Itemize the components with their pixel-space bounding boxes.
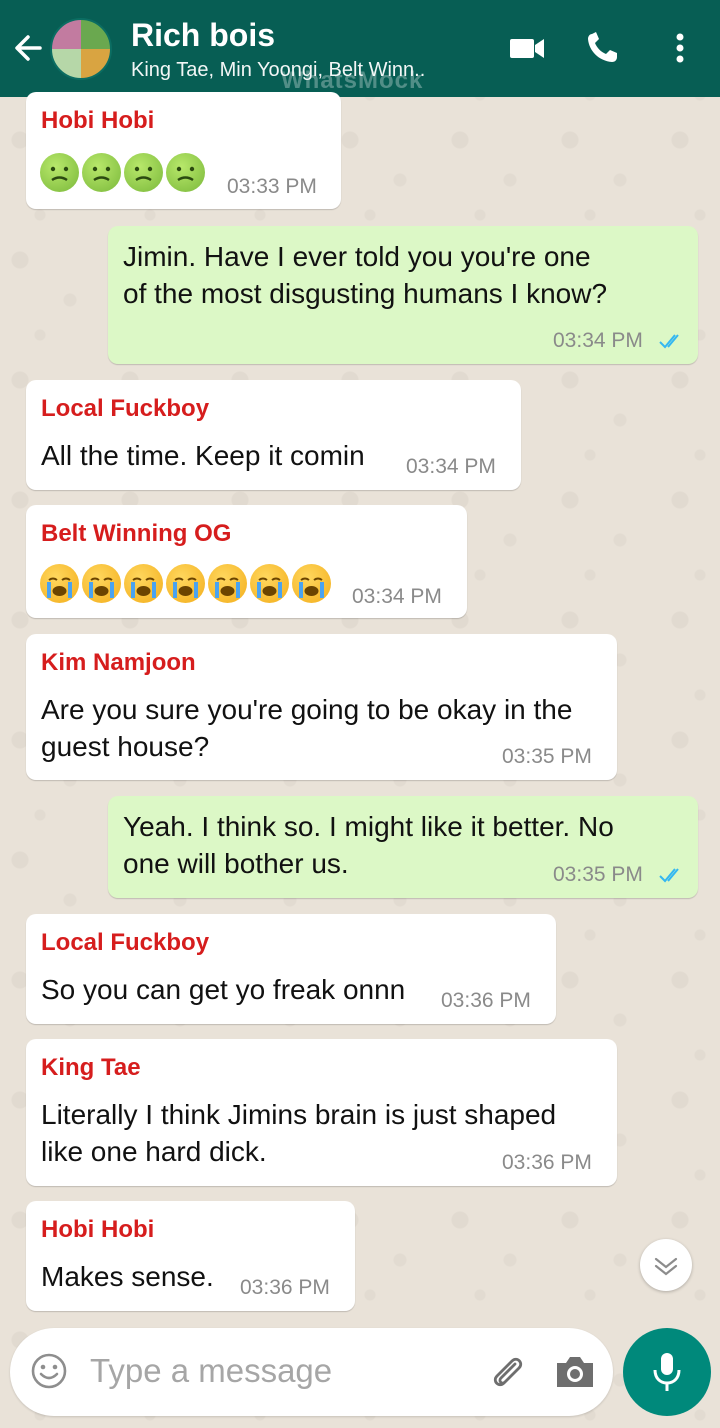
message-text-line: Jimin. Have I ever told you you're one	[123, 241, 591, 272]
message-bubble[interactable]: Kim Namjoon Are you sure you're going to…	[26, 634, 617, 780]
scroll-down-icon	[654, 1257, 678, 1276]
voice-record-button[interactable]	[623, 1328, 711, 1416]
message-time: 03:35 PM	[553, 863, 643, 886]
chat-title[interactable]: Rich bois	[131, 17, 275, 54]
loudly-crying-face-icon	[124, 564, 163, 603]
message-time: 03:35 PM	[502, 745, 592, 768]
chat-header: Rich bois King Tae, Min Yoongi, Belt Win…	[0, 0, 720, 97]
loudly-crying-face-icon	[208, 564, 247, 603]
message-time: 03:36 PM	[502, 1151, 592, 1174]
message-text-line: of the most disgusting humans I know?	[123, 278, 608, 309]
mic-icon	[653, 1353, 681, 1391]
emoji-row	[40, 564, 331, 603]
more-options-icon[interactable]	[670, 30, 690, 66]
sender-name: Local Fuckboy	[41, 929, 210, 956]
back-arrow-icon[interactable]	[10, 28, 46, 68]
voice-call-icon[interactable]	[583, 30, 623, 66]
message-time: 03:34 PM	[553, 329, 643, 352]
loudly-crying-face-icon	[40, 564, 79, 603]
message-text-line: guest house?	[41, 731, 210, 762]
video-call-icon[interactable]	[507, 30, 547, 66]
emoji-row	[40, 153, 205, 192]
nauseated-face-icon	[40, 153, 79, 192]
sender-name: Local Fuckboy	[41, 395, 210, 422]
message-text-line: Yeah. I think so. I might like it better…	[123, 811, 614, 842]
sender-name: Hobi Hobi	[41, 107, 155, 134]
message-time: 03:34 PM	[406, 455, 496, 478]
loudly-crying-face-icon	[250, 564, 289, 603]
message-bubble[interactable]: Local Fuckboy So you can get yo freak on…	[26, 914, 556, 1024]
message-time: 03:33 PM	[227, 175, 317, 198]
sender-name: King Tae	[41, 1054, 141, 1081]
nauseated-face-icon	[124, 153, 163, 192]
group-avatar[interactable]	[50, 18, 112, 80]
message-bubble[interactable]: Belt Winning OG 03:34 PM	[26, 505, 467, 618]
message-bubble[interactable]: King Tae Literally I think Jimins brain …	[26, 1039, 617, 1186]
sender-name: Hobi Hobi	[41, 1216, 155, 1243]
message-text-line: Literally I think Jimins brain is just s…	[41, 1099, 557, 1130]
message-text: So you can get yo freak onnn	[41, 974, 406, 1005]
message-bubble[interactable]: Yeah. I think so. I might like it better…	[108, 796, 698, 898]
message-bubble[interactable]: Hobi Hobi 03:33 PM	[26, 92, 341, 209]
scroll-down-button[interactable]	[640, 1239, 692, 1291]
message-text-line: Are you sure you're going to be okay in …	[41, 694, 573, 725]
message-text: All the time. Keep it comin	[41, 440, 365, 471]
loudly-crying-face-icon	[166, 564, 205, 603]
message-input-bar: Type a message	[10, 1328, 613, 1416]
sender-name: Belt Winning OG	[41, 520, 232, 547]
emoji-icon[interactable]	[30, 1352, 68, 1390]
nauseated-face-icon	[82, 153, 121, 192]
read-ticks-icon	[659, 334, 679, 349]
message-time: 03:36 PM	[240, 1276, 330, 1299]
camera-icon[interactable]	[553, 1351, 597, 1391]
message-time: 03:34 PM	[352, 585, 442, 608]
nauseated-face-icon	[166, 153, 205, 192]
read-ticks-icon	[659, 868, 679, 883]
message-time: 03:36 PM	[441, 989, 531, 1012]
message-text: Makes sense.	[41, 1261, 214, 1292]
loudly-crying-face-icon	[82, 564, 121, 603]
message-text-line: one will bother us.	[123, 848, 349, 879]
attach-icon[interactable]	[485, 1350, 529, 1394]
message-bubble[interactable]: Local Fuckboy All the time. Keep it comi…	[26, 380, 521, 490]
sender-name: Kim Namjoon	[41, 649, 196, 676]
message-bubble[interactable]: Jimin. Have I ever told you you're one o…	[108, 226, 698, 364]
watermark: WhatsMock	[281, 67, 424, 94]
message-bubble[interactable]: Hobi Hobi Makes sense. 03:36 PM	[26, 1201, 355, 1311]
loudly-crying-face-icon	[292, 564, 331, 603]
message-text-line: like one hard dick.	[41, 1136, 267, 1167]
message-input[interactable]: Type a message	[90, 1352, 332, 1390]
